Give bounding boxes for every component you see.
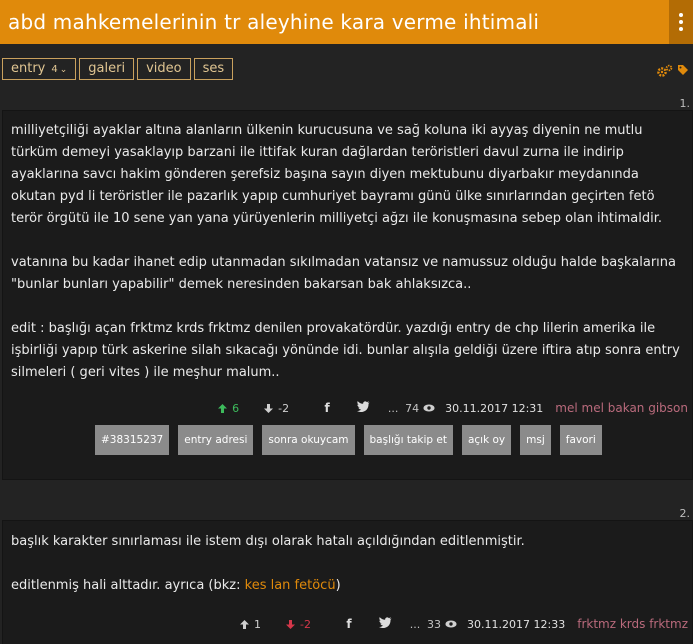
entry-number: 2.	[679, 507, 691, 520]
entry-meta: 6 -2 f ... 74 30.11.2017 12:31 mel mel b…	[217, 401, 688, 415]
entry-text: )	[335, 578, 341, 593]
tab-entry-label: entry	[11, 61, 46, 76]
message-button[interactable]: msj	[520, 425, 551, 455]
entry-card: 1. milliyetçiliği ayaklar altına alanlar…	[2, 97, 693, 480]
downvote-button[interactable]: -2	[285, 618, 331, 631]
upvote-count: 1	[254, 617, 262, 631]
entry-author[interactable]: mel mel bakan gibson	[555, 401, 688, 415]
facebook-icon[interactable]: f	[309, 401, 345, 415]
twitter-icon[interactable]	[367, 617, 403, 631]
tab-bar: entry 4 ⌄ galeri video ses	[2, 58, 234, 80]
tab-entry-count: 4	[51, 64, 58, 75]
chevron-down-icon: ⌄	[59, 65, 68, 75]
follow-topic-button[interactable]: başlığı takip et	[363, 425, 453, 455]
entry-id-button[interactable]: #38315237	[95, 425, 170, 455]
arrow-up-icon	[218, 403, 228, 413]
gears-icon[interactable]	[657, 64, 673, 82]
tag-icon[interactable]	[677, 64, 689, 82]
upvote-button[interactable]: 1	[239, 618, 285, 631]
downvote-count: -2	[300, 617, 311, 631]
entry-paragraph: vatanına bu kadar ihanet edip utanmadan …	[11, 255, 676, 292]
entry-paragraph: editlenmiş hali alttadır. ayrıca (bkz: k…	[11, 575, 684, 597]
eye-icon	[423, 404, 435, 412]
upvote-button[interactable]: 6	[217, 402, 263, 415]
page-title[interactable]: abd mahkemelerinin tr aleyhine kara verm…	[0, 10, 539, 34]
entry-paragraph: edit : başlığı açan frktmz krds frktmz d…	[11, 321, 680, 380]
tab-ses[interactable]: ses	[193, 58, 234, 80]
tab-video[interactable]: video	[137, 58, 191, 80]
arrow-down-icon	[286, 619, 296, 629]
eye-icon	[445, 620, 457, 628]
bkz-link[interactable]: kes lan fetöcü	[245, 578, 336, 593]
entry-body: başlık karakter sınırlaması ile istem dı…	[3, 521, 692, 597]
open-vote-button[interactable]: açık oy	[461, 425, 512, 455]
tab-entry[interactable]: entry 4 ⌄	[2, 58, 77, 80]
entry-address-button[interactable]: entry adresi	[178, 425, 254, 455]
favorite-count: 74	[405, 401, 420, 415]
entry-card: 2. başlık karakter sınırlaması ile istem…	[2, 507, 693, 644]
entry-author[interactable]: frktmz krds frktmz	[577, 617, 688, 631]
entry-paragraph: başlık karakter sınırlaması ile istem dı…	[11, 534, 525, 549]
tab-galeri[interactable]: galeri	[79, 58, 135, 80]
entry-date[interactable]: 30.11.2017 12:31	[445, 402, 543, 415]
more-dots-icon[interactable]: ...	[381, 402, 405, 415]
downvote-button[interactable]: -2	[263, 402, 309, 415]
entry-text: editlenmiş hali alttadır. ayrıca (bkz:	[11, 578, 245, 593]
upvote-count: 6	[232, 401, 240, 415]
favorite-button[interactable]: favori	[559, 425, 602, 455]
entry-body: milliyetçiliği ayaklar altına alanların …	[3, 111, 692, 384]
topic-tools	[657, 64, 689, 82]
favorite-count-group[interactable]: 33	[427, 618, 457, 631]
entry-date[interactable]: 30.11.2017 12:33	[467, 618, 565, 631]
arrow-up-icon	[240, 619, 250, 629]
entry-meta: 1 -2 f ... 33 30.11.2017 12:33 frktmz kr…	[239, 617, 688, 631]
arrow-down-icon	[264, 403, 274, 413]
entry-actions: #38315237 entry adresi sonra okuycam baş…	[95, 425, 602, 455]
downvote-count: -2	[278, 401, 290, 415]
header-bar: abd mahkemelerinin tr aleyhine kara verm…	[0, 0, 693, 44]
more-dots-icon[interactable]: ...	[403, 618, 427, 631]
read-later-button[interactable]: sonra okuycam	[262, 425, 355, 455]
entry-number: 1.	[679, 97, 691, 110]
twitter-icon[interactable]	[345, 401, 381, 415]
vertical-dots-icon[interactable]	[669, 0, 693, 44]
facebook-icon[interactable]: f	[331, 617, 367, 631]
favorite-count: 33	[427, 617, 442, 631]
favorite-count-group[interactable]: 74	[405, 402, 435, 415]
entry-paragraph: milliyetçiliği ayaklar altına alanların …	[11, 123, 663, 226]
